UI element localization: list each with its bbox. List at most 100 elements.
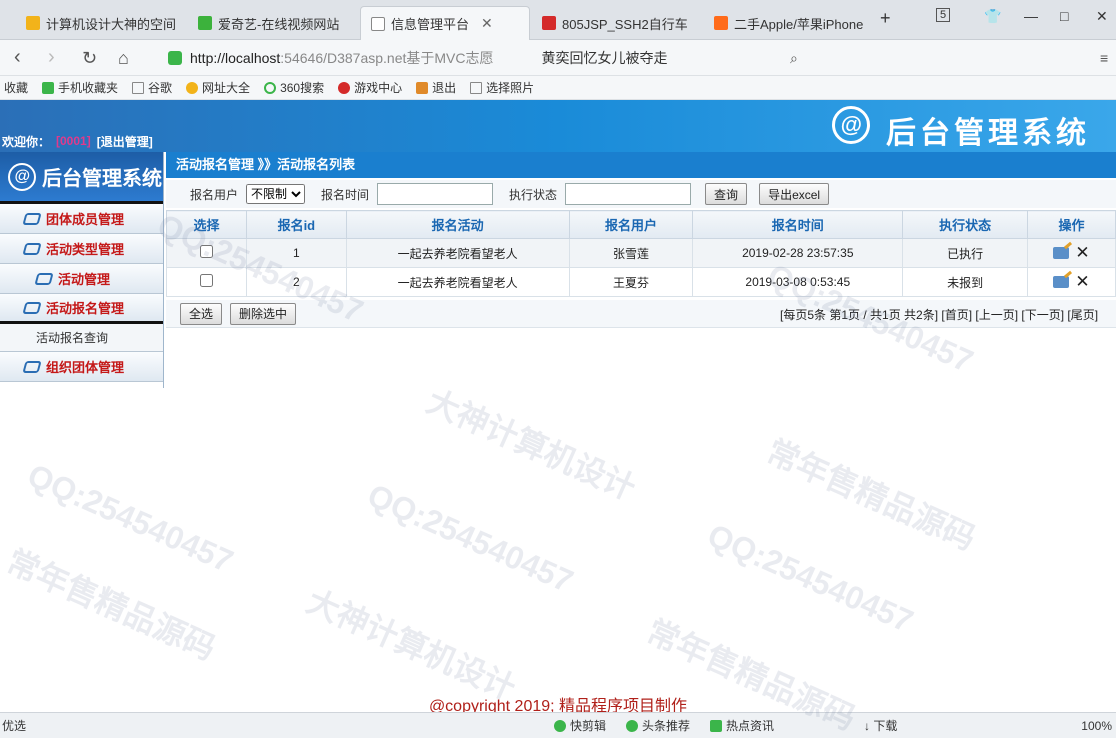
bookmark-label: 谷歌: [148, 81, 173, 95]
time-filter-input[interactable]: [377, 183, 494, 205]
sidebar-item-label: 活动管理: [58, 272, 111, 287]
sidebar-item-team-members[interactable]: 团体成员管理: [0, 204, 163, 234]
home-icon[interactable]: ⌂: [118, 48, 129, 69]
state-filter-input[interactable]: [565, 183, 692, 205]
current-user: [0001]: [56, 134, 91, 148]
download-icon: ↓: [864, 719, 874, 733]
status-item-label: 快剪辑: [570, 719, 607, 733]
watermark-text: QQ:254540457: [22, 456, 239, 580]
table-row: 2 一起去养老院看望老人 王夏芬 2019-03-08 0:53:45 未报到 …: [166, 267, 1116, 297]
user-filter-label: 报名用户: [190, 187, 239, 202]
bookmark-directory[interactable]: 网址大全: [186, 79, 250, 96]
folder-icon: [34, 272, 54, 285]
forward-icon[interactable]: ›: [48, 46, 55, 69]
edit-icon[interactable]: [1053, 276, 1070, 288]
sidebar-item-label: 组织团体管理: [46, 360, 125, 375]
browser-tab-5[interactable]: 二手Apple/苹果iPhone: [704, 6, 868, 40]
row-checkbox[interactable]: [199, 274, 213, 287]
sidebar-item-activities[interactable]: 活动管理: [0, 264, 163, 294]
status-left-label[interactable]: 优选: [0, 717, 26, 734]
zoom-level[interactable]: 100%: [1081, 719, 1112, 733]
bookmark-favorites[interactable]: 收藏: [4, 79, 28, 96]
sidebar-item-label: 活动类型管理: [46, 242, 125, 257]
close-window-icon[interactable]: ✕: [1096, 8, 1108, 25]
tab-count-badge[interactable]: 5: [936, 8, 951, 22]
new-tab-button[interactable]: +: [880, 8, 891, 29]
close-icon[interactable]: ✕: [481, 15, 493, 32]
folder-icon: [22, 301, 42, 314]
table-header-row: 选择 报名id 报名活动 报名用户 报名时间 执行状态 操作: [166, 210, 1116, 239]
select-all-button[interactable]: 全选: [180, 302, 223, 325]
bookmark-photos[interactable]: 选择照片: [470, 79, 534, 96]
game-icon: [338, 81, 351, 94]
address-bar: ‹ › ↻ ⌂ http://localhost:54646/D387asp.n…: [0, 40, 1116, 76]
maximize-icon[interactable]: □: [1060, 8, 1068, 24]
bookmark-label: 网址大全: [202, 81, 251, 95]
browser-tab-3[interactable]: 信息管理平台 ✕: [360, 6, 530, 40]
phone-icon: [42, 81, 55, 94]
welcome-label: 欢迎你：: [2, 134, 51, 149]
table-row: 1 一起去养老院看望老人 张雪莲 2019-02-28 23:57:35 已执行…: [166, 238, 1116, 268]
watermark-text: 常年售精品源码: [1, 542, 221, 667]
bookmark-360[interactable]: 360搜索: [264, 79, 324, 96]
export-excel-button[interactable]: 导出excel: [759, 183, 830, 205]
row-checkbox[interactable]: [199, 245, 213, 258]
status-item-news[interactable]: 热点资讯: [710, 717, 774, 734]
status-item-label: 热点资讯: [726, 719, 775, 733]
play-icon: [626, 720, 639, 732]
edit-icon[interactable]: [1053, 247, 1070, 259]
bookmark-exit[interactable]: 退出: [416, 79, 456, 96]
cell-time: 2019-02-28 23:57:35: [692, 238, 904, 268]
delete-selected-button[interactable]: 删除选中: [230, 302, 297, 325]
sidebar-header: @ 后台管理系统: [0, 152, 163, 204]
status-item-headlines[interactable]: 头条推荐: [626, 717, 690, 734]
sidebar-item-activity-types[interactable]: 活动类型管理: [0, 234, 163, 264]
pagination-info[interactable]: [每页5条 第1页 / 共1页 共2条] [首页] [上一页] [下一页] [尾…: [780, 306, 1098, 323]
cell-state: 已执行: [902, 238, 1029, 268]
query-button[interactable]: 查询: [705, 183, 748, 205]
download-link[interactable]: ↓ 下载: [864, 717, 897, 734]
cell-user: 王夏芬: [568, 267, 694, 297]
browser-tab-2[interactable]: 爱奇艺-在线视频网站: [188, 6, 358, 40]
menu-icon[interactable]: ≡: [1100, 50, 1108, 66]
page-icon: [132, 81, 145, 94]
user-filter-select[interactable]: 不限制: [246, 184, 306, 204]
bookmark-label: 游戏中心: [354, 81, 403, 95]
bookmark-games[interactable]: 游戏中心: [338, 79, 402, 96]
delete-icon[interactable]: ✕: [1075, 272, 1089, 292]
sidebar-title: 后台管理系统: [42, 168, 162, 190]
search-icon[interactable]: ⌕: [790, 50, 798, 67]
back-icon[interactable]: ‹: [14, 46, 21, 69]
sidebar-item-organizations[interactable]: 组织团体管理: [0, 352, 163, 382]
status-item-clip[interactable]: 快剪辑: [554, 717, 606, 734]
minimize-icon[interactable]: —: [1024, 8, 1038, 24]
watermark-text: 大神计算机设计: [421, 382, 641, 507]
cell-actions: ✕: [1027, 267, 1116, 297]
refresh-icon[interactable]: ↻: [82, 48, 97, 69]
sidebar-item-registration-query[interactable]: 活动报名查询: [0, 324, 163, 352]
column-header-select: 选择: [166, 210, 247, 239]
bookmark-google[interactable]: 谷歌: [132, 79, 172, 96]
url-field[interactable]: http://localhost:54646/D387asp.net基于MVC志…: [168, 46, 808, 70]
row-select-cell: [166, 267, 247, 297]
sidebar-item-registrations[interactable]: 活动报名管理: [0, 294, 163, 324]
folder-icon: [22, 242, 42, 255]
url-path: :54646/D387asp.net基于MVC志愿: [280, 50, 494, 66]
tab-label: 二手Apple/苹果iPhone: [734, 16, 864, 32]
bookmark-label: 360搜索: [280, 81, 325, 95]
column-header-id: 报名id: [245, 210, 347, 239]
news-icon: [710, 720, 723, 732]
sidebar: @ 后台管理系统 团体成员管理 活动类型管理 活动管理 活动报名管理 活动报名查…: [0, 152, 164, 388]
cell-actions: ✕: [1027, 238, 1116, 268]
page-icon: [470, 81, 483, 94]
browser-tab-1[interactable]: 计算机设计大神的空间: [16, 6, 186, 40]
star-icon: [26, 16, 40, 30]
breadcrumb: 活动报名管理 》》活动报名列表: [166, 152, 1116, 178]
browser-tab-4[interactable]: 805JSP_SSH2自行车: [532, 6, 702, 40]
logout-link[interactable]: [退出管理]: [97, 133, 153, 150]
shirt-icon[interactable]: 👕: [984, 8, 1001, 25]
bookmark-mobile[interactable]: 手机收藏夹: [42, 79, 118, 96]
cell-id: 2: [245, 267, 347, 297]
news-ticker[interactable]: 黄奕回忆女儿被夺走: [542, 48, 668, 68]
delete-icon[interactable]: ✕: [1075, 243, 1089, 263]
